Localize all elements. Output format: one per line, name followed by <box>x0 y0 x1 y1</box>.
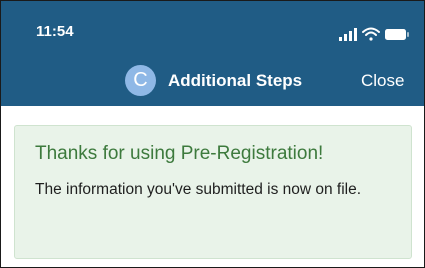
signal-icon <box>339 28 357 41</box>
alert-message: The information you've submitted is now … <box>35 181 362 198</box>
status-time: 11:54 <box>36 23 74 40</box>
app-header: 11:54 C Additional Steps Close <box>1 1 424 106</box>
app-screen: 11:54 C Additional Steps Close Thanks fo… <box>0 0 425 268</box>
avatar[interactable]: C <box>125 65 156 96</box>
alert-title: Thanks for using Pre-Registration! <box>35 143 324 164</box>
wifi-icon <box>362 27 380 41</box>
close-button[interactable]: Close <box>361 71 404 91</box>
success-alert: Thanks for using Pre-Registration! The i… <box>14 125 412 259</box>
nav-bar: C Additional Steps Close <box>1 61 424 101</box>
page-title: Additional Steps <box>168 71 303 90</box>
status-icons <box>339 27 409 41</box>
content-area: Thanks for using Pre-Registration! The i… <box>1 106 424 267</box>
battery-icon <box>385 29 409 40</box>
